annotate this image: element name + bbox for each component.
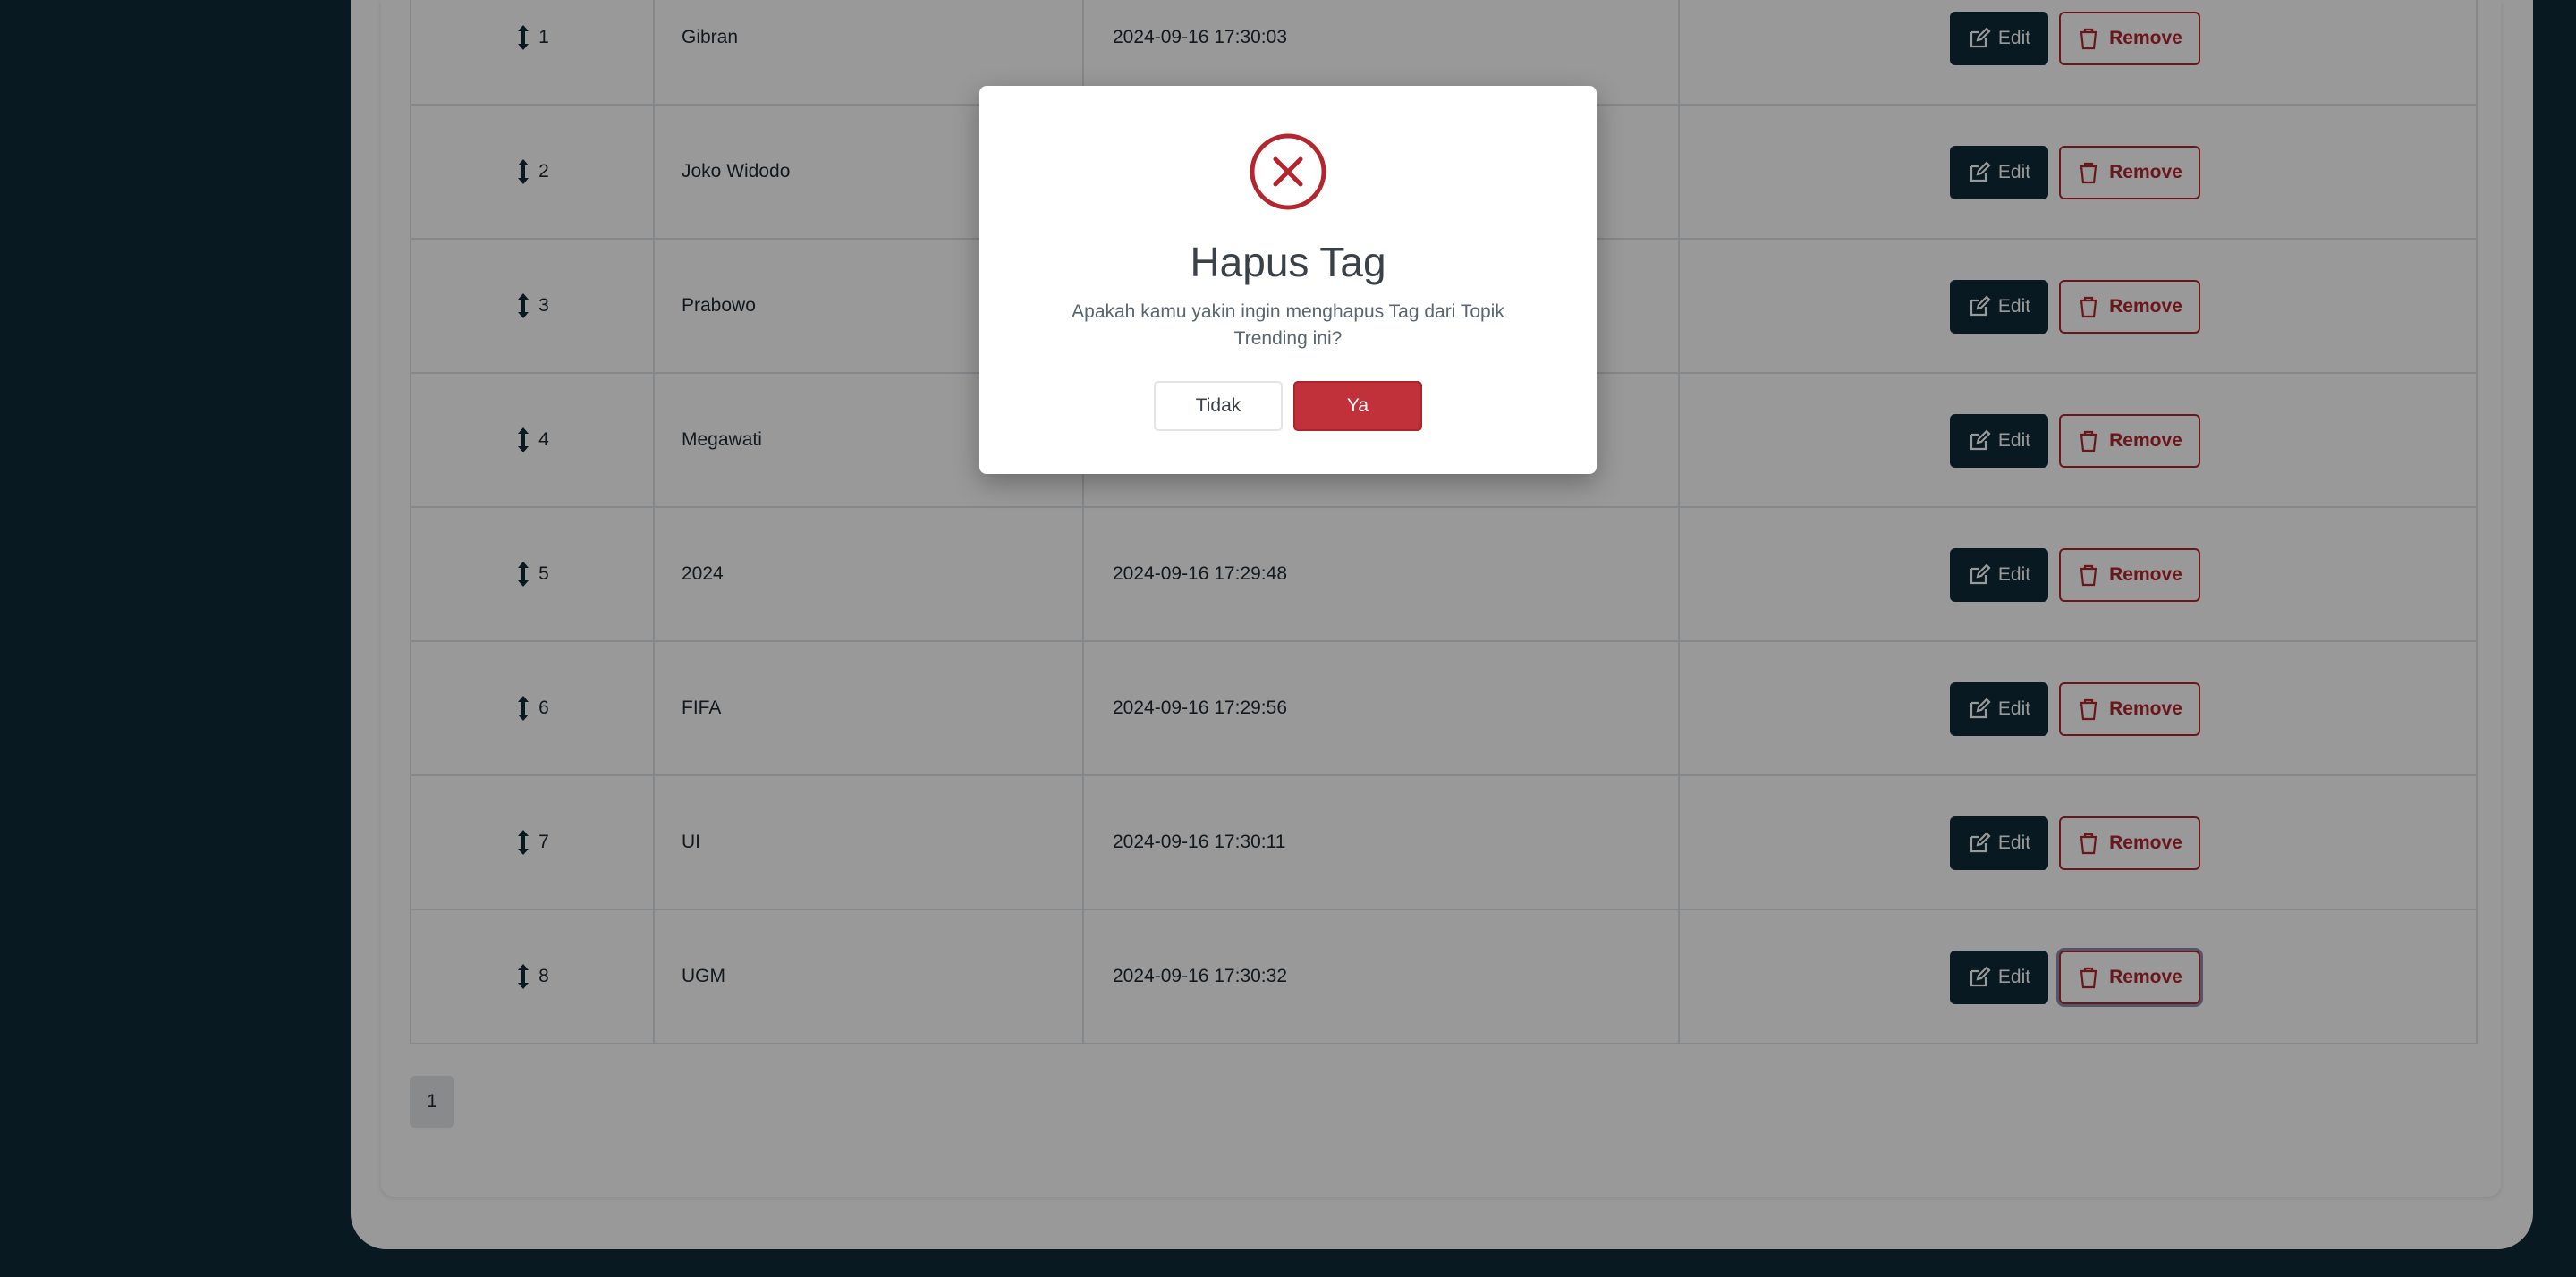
confirm-button[interactable]: Ya — [1293, 381, 1422, 431]
cancel-button[interactable]: Tidak — [1154, 381, 1283, 431]
delete-confirm-dialog: Hapus Tag Apakah kamu yakin ingin mengha… — [979, 86, 1597, 474]
error-circle-icon — [1250, 133, 1326, 210]
dialog-message: Apakah kamu yakin ingin menghapus Tag da… — [1072, 301, 1504, 349]
dialog-title: Hapus Tag — [1190, 239, 1386, 285]
